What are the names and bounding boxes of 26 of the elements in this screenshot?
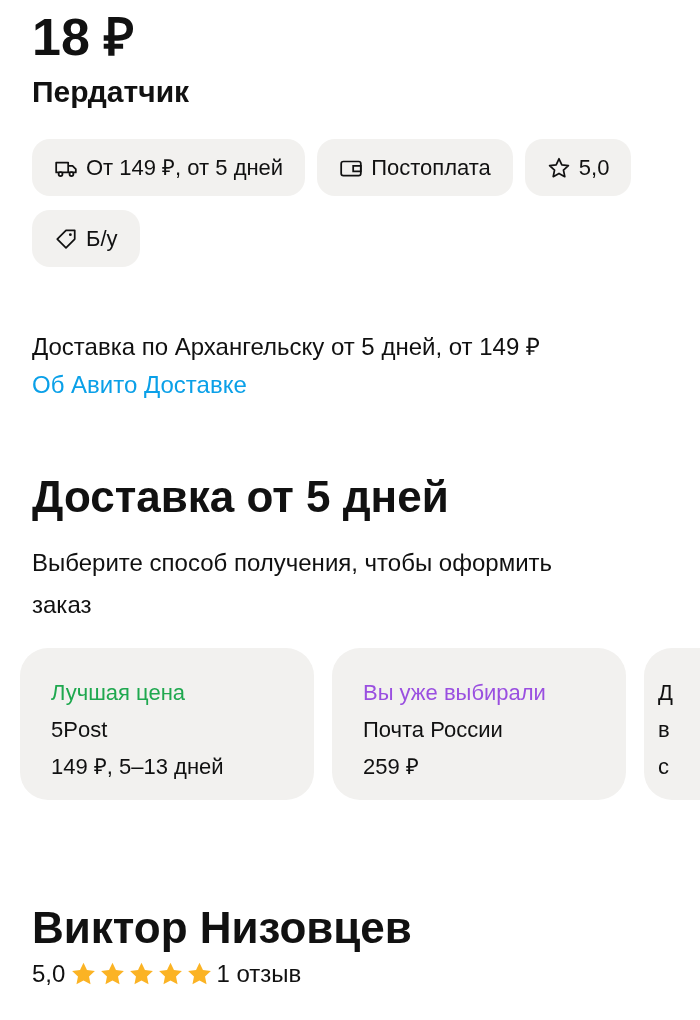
chip-label: Постоплата — [371, 154, 491, 182]
seller-rating: 5,0 — [32, 959, 66, 989]
chip-label: Б/у — [86, 225, 118, 253]
delivery-option-card[interactable]: Вы уже выбирали Почта России 259 ₽ — [332, 648, 626, 800]
section-heading: Доставка от 5 дней — [32, 471, 450, 523]
chip-label: От 149 ₽, от 5 дней — [86, 154, 284, 182]
option-tag: Вы уже выбирали — [363, 674, 546, 711]
option-tag: Д — [658, 674, 673, 711]
option-details: 259 ₽ — [363, 753, 419, 781]
option-name: Почта России — [363, 716, 503, 744]
option-tag: Лучшая цена — [51, 674, 186, 711]
option-details: с — [658, 753, 669, 781]
option-name: в — [658, 716, 670, 744]
chip-label: 5,0 — [578, 154, 610, 182]
option-details: 149 ₽, 5–13 дней — [51, 753, 224, 781]
tag-icon — [54, 227, 78, 250]
option-name: 5Post — [51, 716, 108, 744]
delivery-option-card[interactable]: Лучшая цена 5Post 149 ₽, 5–13 дней — [20, 648, 314, 800]
review-count: 1 отзыв — [216, 959, 302, 989]
item-title: Пердатчик — [32, 74, 191, 110]
delivery-note: Доставка по Архангельску от 5 дней, от 149 ₽ — [32, 332, 541, 362]
price: 18 ₽ — [32, 7, 136, 68]
delivery-option-card[interactable]: Д в с — [644, 648, 700, 800]
section-subtitle: Выберите способ получения, чтобы оформить заказ — [32, 548, 554, 620]
star-icon — [546, 156, 571, 179]
seller-name: Виктор Низовцев — [32, 902, 413, 954]
